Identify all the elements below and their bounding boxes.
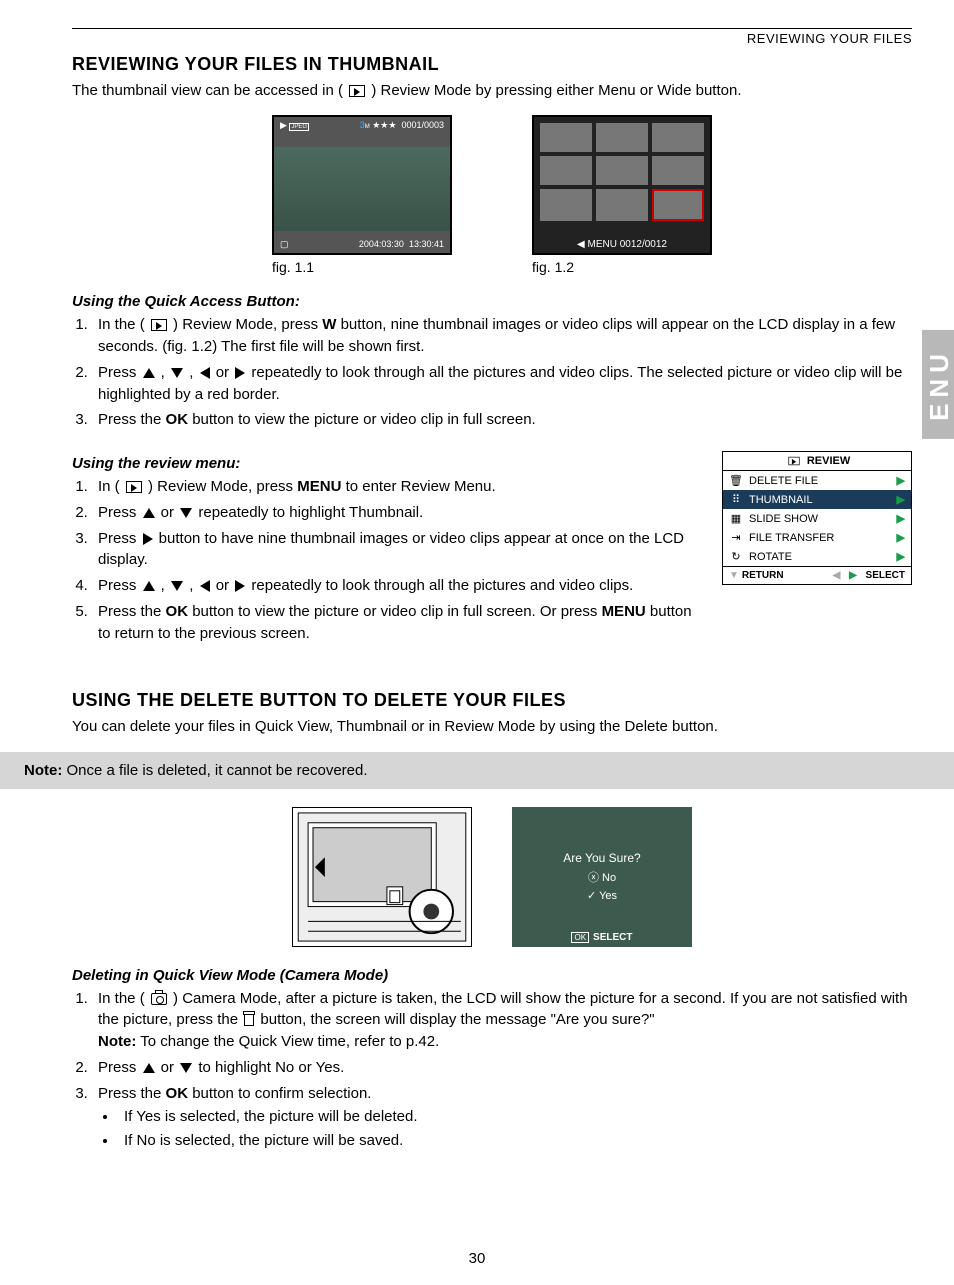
subhead-quick-access: Using the Quick Access Button:	[72, 293, 912, 310]
section-title-thumbnail: REVIEWING YOUR FILES IN THUMBNAIL	[72, 54, 912, 75]
running-head: REVIEWING YOUR FILES	[72, 28, 912, 46]
camera-icon	[151, 993, 167, 1005]
figure-caption-1-2: fig. 1.2	[532, 259, 712, 275]
review-menu-item: ▦SLIDE SHOW▶	[723, 509, 911, 528]
subhead-review-menu: Using the review menu:	[72, 455, 702, 472]
step: Press , , or repeatedly to look through …	[92, 575, 702, 597]
review-menu-box: REVIEW 🗑DELETE FILE▶⠿THUMBNAIL▶▦SLIDE SH…	[722, 451, 912, 585]
figure-caption-1-1: fig. 1.1	[272, 259, 452, 275]
play-icon	[151, 319, 167, 331]
down-icon	[180, 1063, 192, 1073]
trash-icon	[244, 1014, 254, 1026]
delete-figures: Are You Sure? ⓧ No ✓ Yes OKSELECT	[72, 807, 912, 947]
camera-body-figure	[292, 807, 472, 947]
play-icon	[126, 481, 142, 493]
up-icon	[143, 368, 155, 378]
step: Press the OK button to confirm selection…	[92, 1083, 912, 1152]
steps-quick-access: In the ( ) Review Mode, press W button, …	[72, 314, 912, 431]
up-icon	[143, 508, 155, 518]
review-menu-title: REVIEW	[723, 452, 911, 471]
step: In the ( ) Camera Mode, after a picture …	[92, 988, 912, 1053]
down-icon	[180, 508, 192, 518]
up-icon	[143, 1063, 155, 1073]
down-icon	[171, 368, 183, 378]
step: Press button to have nine thumbnail imag…	[92, 528, 702, 572]
language-tab: ENU	[922, 330, 954, 439]
figure-row-1: ▶ JPEG 3M ★★★ 0001/0003 ▢ 2004:03:30 13:…	[72, 115, 912, 275]
bullet: If Yes is selected, the picture will be …	[118, 1106, 912, 1128]
steps-review-menu: In ( ) Review Mode, press MENU to enter …	[72, 476, 702, 644]
right-icon	[235, 580, 245, 592]
steps-deleting: In the ( ) Camera Mode, after a picture …	[72, 988, 912, 1152]
review-menu-item: ⠿THUMBNAIL▶	[723, 490, 911, 509]
note-bar: Note: Once a file is deleted, it cannot …	[0, 752, 954, 789]
review-menu-item: ⇥FILE TRANSFER▶	[723, 528, 911, 547]
figure-1-2: ◀ MENU 0012/0012	[532, 115, 712, 255]
step: Press , , or repeatedly to look through …	[92, 362, 912, 406]
page-number: 30	[0, 1250, 954, 1267]
play-icon	[349, 85, 365, 97]
right-icon	[143, 533, 153, 545]
bullet: If No is selected, the picture will be s…	[118, 1130, 912, 1152]
down-icon	[171, 581, 183, 591]
step: Press the OK button to view the picture …	[92, 409, 912, 431]
confirm-dialog-figure: Are You Sure? ⓧ No ✓ Yes OKSELECT	[512, 807, 692, 947]
step: In ( ) Review Mode, press MENU to enter …	[92, 476, 702, 498]
up-icon	[143, 581, 155, 591]
left-icon	[200, 580, 210, 592]
review-menu-item: ↻ROTATE▶	[723, 547, 911, 566]
section2-intro: You can delete your files in Quick View,…	[72, 717, 912, 737]
section-intro: The thumbnail view can be accessed in ( …	[72, 81, 912, 101]
right-icon	[235, 367, 245, 379]
figure-1-1: ▶ JPEG 3M ★★★ 0001/0003 ▢ 2004:03:30 13:…	[272, 115, 452, 255]
step: Press the OK button to view the picture …	[92, 601, 702, 645]
step: Press or to highlight No or Yes.	[92, 1057, 912, 1079]
step: In the ( ) Review Mode, press W button, …	[92, 314, 912, 358]
subhead-deleting-quickview: Deleting in Quick View Mode (Camera Mode…	[72, 967, 912, 984]
left-icon	[200, 367, 210, 379]
step: Press or repeatedly to highlight Thumbna…	[92, 502, 702, 524]
section-title-delete: USING THE DELETE BUTTON TO DELETE YOUR F…	[72, 690, 912, 711]
review-menu-item: 🗑DELETE FILE▶	[723, 471, 911, 490]
